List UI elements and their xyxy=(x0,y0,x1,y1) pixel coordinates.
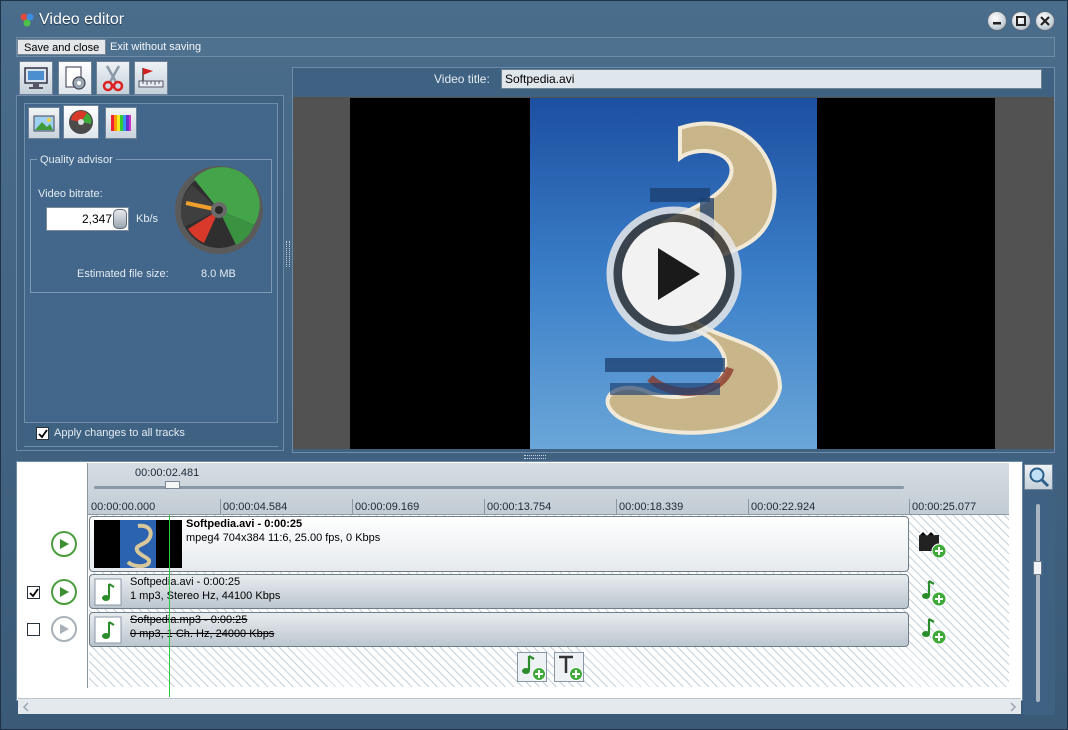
flag-ruler-icon xyxy=(138,68,164,88)
add-audio-icon xyxy=(522,655,546,681)
menu-bar: Save and close Exit without saving xyxy=(16,37,1055,57)
playhead[interactable] xyxy=(169,515,170,697)
add-video-icon xyxy=(918,529,947,559)
maximize-button[interactable] xyxy=(1011,11,1031,31)
video-clip-name: Softpedia.avi - 0:00:25 xyxy=(186,518,303,530)
quality-advisor-title: Quality advisor xyxy=(37,154,116,166)
video-title-input[interactable] xyxy=(501,69,1042,89)
save-and-close-menu[interactable]: Save and close xyxy=(17,39,107,55)
ruler-tick xyxy=(748,499,749,515)
add-video-button[interactable] xyxy=(917,529,947,559)
markers-tab[interactable] xyxy=(134,61,168,95)
minimize-icon xyxy=(993,22,1001,25)
scroll-right-icon[interactable] xyxy=(1009,702,1017,712)
add-text-icon xyxy=(559,655,583,681)
color-settings-tab[interactable] xyxy=(105,107,137,139)
video-track-play-button[interactable] xyxy=(51,531,77,557)
ruler-tick xyxy=(352,499,353,515)
checkmark-icon xyxy=(38,429,48,439)
zoom-slider-thumb[interactable] xyxy=(1033,561,1042,575)
add-text-track-button[interactable] xyxy=(554,652,584,682)
timeline-horizontal-scrollbar[interactable] xyxy=(18,698,1021,714)
video-frame-image[interactable] xyxy=(530,98,817,449)
ruler-label: 00:00:25.077 xyxy=(912,501,977,513)
bitrate-spinner[interactable]: 2,347 xyxy=(46,207,129,231)
encoding-settings-tab[interactable] xyxy=(58,61,92,95)
ruler-label: 00:00:13.754 xyxy=(487,501,552,513)
minimize-button[interactable] xyxy=(987,11,1007,31)
exit-without-saving-menu[interactable]: Exit without saving xyxy=(104,39,207,55)
ruler-tick xyxy=(220,499,221,515)
horizontal-splitter[interactable] xyxy=(524,455,546,459)
audio-track-1-checkbox[interactable] xyxy=(27,586,40,599)
position-slider-thumb[interactable] xyxy=(165,481,180,489)
spinner-arrows-icon[interactable] xyxy=(113,209,127,229)
quality-tab[interactable] xyxy=(63,105,99,139)
app-icon xyxy=(20,13,34,27)
video-clip[interactable]: Softpedia.avi - 0:00:25 mpeg4 704x384 11… xyxy=(89,516,909,572)
apply-all-label: Apply changes to all tracks xyxy=(54,427,185,439)
ruler-tick xyxy=(616,499,617,515)
zoom-slider-track[interactable] xyxy=(1036,504,1040,702)
bitrate-gauge-icon xyxy=(175,166,263,254)
image-settings-tab[interactable] xyxy=(28,107,60,139)
add-audio-icon xyxy=(922,580,947,607)
current-time-label: 00:00:02.481 xyxy=(135,467,200,479)
play-icon xyxy=(60,624,69,634)
ruler-tick xyxy=(484,499,485,515)
add-audio-button-2[interactable] xyxy=(917,615,947,645)
ruler-label: 00:00:09.169 xyxy=(355,501,420,513)
audio-track-1-play-button[interactable] xyxy=(51,579,77,605)
file-size-label: Estimated file size: xyxy=(77,268,169,280)
audio-clip-2[interactable]: Softpedia.mp3 - 0:00:25 0 mp3, 1 Ch. Hz,… xyxy=(89,612,909,647)
video-editor-window: Video editor Save and close Exit without… xyxy=(0,0,1068,730)
add-audio-icon xyxy=(922,618,947,645)
scroll-left-icon[interactable] xyxy=(22,702,30,712)
file-size-value: 8.0 MB xyxy=(201,268,236,280)
audio-note-icon xyxy=(94,616,122,644)
audio-clip-1[interactable]: Softpedia.avi - 0:00:25 1 mp3, Stereo Hz… xyxy=(89,574,909,609)
apply-all-checkbox[interactable] xyxy=(36,427,49,440)
window-title: Video editor xyxy=(39,11,125,28)
audio-clip-2-name: Softpedia.mp3 - 0:00:25 xyxy=(130,614,248,626)
checkmark-icon xyxy=(29,588,39,598)
maximize-icon xyxy=(1016,16,1026,26)
magnifier-icon xyxy=(1029,467,1049,488)
ruler-label: 00:00:04.584 xyxy=(223,501,288,513)
position-slider-track[interactable] xyxy=(94,486,904,489)
close-icon xyxy=(1040,16,1050,26)
ruler-tick xyxy=(909,499,910,515)
ruler-label: 00:00:22.924 xyxy=(751,501,816,513)
display-settings-tab[interactable] xyxy=(19,61,53,95)
add-audio-track-button[interactable] xyxy=(517,652,547,682)
play-icon xyxy=(60,539,69,549)
monitor-icon xyxy=(24,67,48,89)
color-bars-icon xyxy=(111,115,131,131)
cut-tab[interactable] xyxy=(96,61,130,95)
vertical-splitter[interactable] xyxy=(286,241,290,267)
picture-icon xyxy=(33,115,55,132)
title-bar: Video editor xyxy=(1,1,1067,37)
gauge-icon xyxy=(69,110,93,134)
ruler-label: 00:00:18.339 xyxy=(619,501,684,513)
close-button[interactable] xyxy=(1035,11,1055,31)
bitrate-value: 2,347 xyxy=(81,212,112,226)
scissors-icon xyxy=(102,65,124,92)
bitrate-unit: Kb/s xyxy=(136,213,159,225)
audio-track-2-play-button[interactable] xyxy=(51,616,77,642)
zoom-button[interactable] xyxy=(1024,464,1053,490)
bitrate-label: Video bitrate: xyxy=(38,188,103,200)
audio-clip-1-details: 1 mp3, Stereo Hz, 44100 Kbps xyxy=(130,590,281,602)
ruler-label: 00:00:00.000 xyxy=(91,501,156,513)
audio-note-icon xyxy=(94,578,122,606)
audio-track-2-checkbox[interactable] xyxy=(27,623,40,636)
audio-clip-1-name: Softpedia.avi - 0:00:25 xyxy=(130,576,241,588)
play-icon xyxy=(60,587,69,597)
track-headers xyxy=(18,463,88,688)
video-title-label: Video title: xyxy=(434,72,490,86)
add-audio-button[interactable] xyxy=(917,577,947,607)
video-clip-details: mpeg4 704x384 11:6, 25.00 fps, 0 Kbps xyxy=(186,532,381,544)
document-gear-icon xyxy=(65,66,86,90)
audio-clip-2-details: 0 mp3, 1 Ch. Hz, 24000 Kbps xyxy=(130,628,275,640)
